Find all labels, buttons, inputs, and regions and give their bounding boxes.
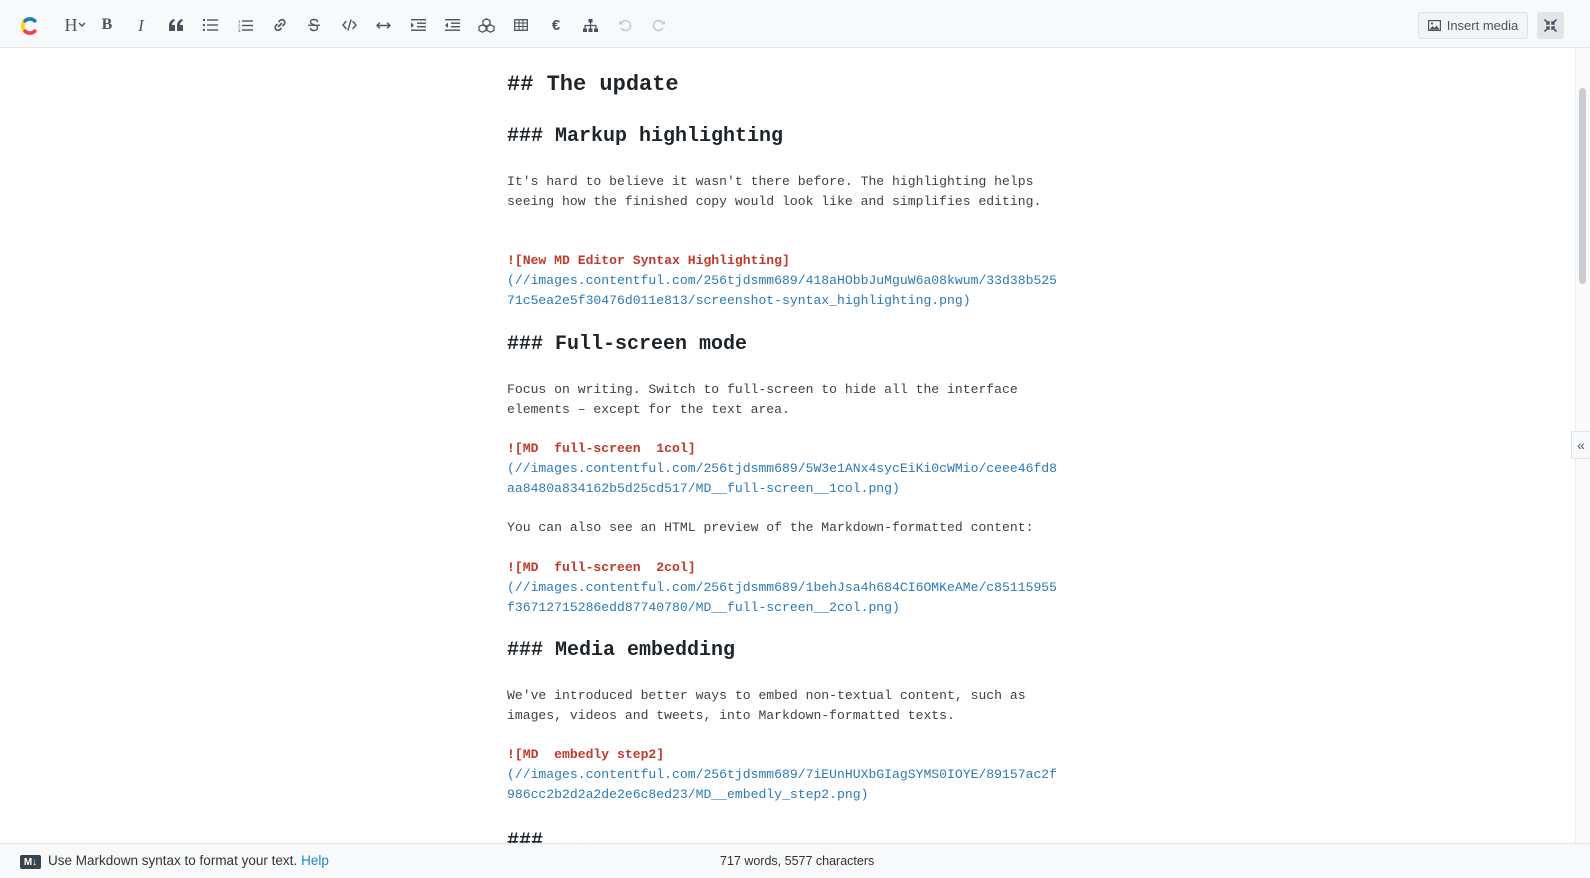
italic-icon: I [138,15,144,35]
link-icon [274,18,286,32]
special-character-button[interactable]: € [544,13,568,37]
markdown-hint-text: Use Markdown syntax to format your text. [48,853,298,868]
indent-button[interactable] [406,13,430,37]
fullscreen-toggle-button[interactable] [1537,12,1564,39]
horizontal-rule-button[interactable] [371,13,395,37]
heading-label: H [64,15,78,35]
insert-media-button[interactable]: Insert media [1418,12,1528,39]
editor-footer: M↓ Use Markdown syntax to format your te… [0,843,1590,878]
image-url: (//images.contentful.com/256tjdsmm689/1b… [507,580,1058,595]
indent-icon [410,19,426,31]
italic-button[interactable]: I [129,13,153,37]
horizontal-rule-icon [375,21,391,29]
redo-icon [652,19,665,32]
insert-media-label: Insert media [1446,18,1519,33]
quote-button[interactable] [164,13,188,37]
markdown-badge-label: M↓ [23,856,38,868]
bold-icon: B [101,16,113,33]
euro-icon: € [551,16,561,34]
image-alt-text: ![MD embedly step2] [507,747,665,762]
heading-partial: ### ... [507,830,592,843]
organize-links-button[interactable] [578,13,602,37]
undo-button[interactable] [613,13,637,37]
contentful-logo [20,17,37,35]
code-button[interactable] [337,13,361,37]
embed-button[interactable] [474,13,498,37]
heading-media-embedding: ### Media embedding [507,639,736,662]
link-button[interactable] [268,13,292,37]
heading-full-screen-mode: ### Full-screen mode [507,333,748,356]
image-url: 71c5ea2e5f30476d011e813/screenshot-synta… [507,293,971,308]
paragraph-line: It's hard to believe it wasn't there bef… [507,174,1034,189]
image-alt-text: ![MD full-screen 2col] [507,560,696,575]
quote-icon [169,19,183,31]
bulleted-list-button[interactable] [198,13,222,37]
svg-text:3: 3 [238,28,241,32]
bulleted-list-icon [202,19,218,31]
paragraph-line: elements – except for the text area. [507,402,790,417]
image-url: aa8480a834162b5d25cd517/MD__full-screen_… [507,481,900,496]
paragraph-line: Focus on writing. Switch to full-screen … [507,382,1018,397]
help-link[interactable]: Help [301,853,329,868]
cubes-icon [477,17,495,33]
undo-icon [619,19,632,32]
markdown-hint: Use Markdown syntax to format your text.… [48,853,329,868]
image-url: (//images.contentful.com/256tjdsmm689/5W… [507,461,1058,476]
numbered-list-icon: 123 [238,19,253,32]
word-count: 717 words, 5577 characters [720,854,875,868]
strikethrough-button[interactable] [302,13,326,37]
heading-dropdown-button[interactable]: H [60,13,90,37]
image-alt-text: ![MD full-screen 1col] [507,441,696,456]
redo-button[interactable] [647,13,671,37]
heading-the-update: ## The update [507,72,679,97]
code-icon [341,19,357,31]
sitemap-icon [582,18,598,32]
image-url: 986cc2b2d2a2de2e6c8ed23/MD__embedly_step… [507,787,869,802]
dedent-button[interactable] [440,13,464,37]
bold-button[interactable]: B [95,13,119,37]
editor-toolbar: H B I 123 € Insert media [0,0,1590,48]
image-url: (//images.contentful.com/256tjdsmm689/41… [507,273,1058,288]
image-url: f36712715286edd87740780/MD__full-screen_… [507,600,900,615]
paragraph-line: We've introduced better ways to embed no… [507,688,1026,703]
fullscreen-exit-icon [1544,19,1557,32]
sidebar-toggle-button[interactable]: « [1571,431,1590,459]
scrollbar-thumb[interactable] [1579,88,1586,284]
image-alt-text: ![New MD Editor Syntax Highlighting] [507,253,790,268]
table-button[interactable] [509,13,533,37]
image-icon [1427,20,1441,31]
table-icon [514,19,528,31]
dedent-icon [444,19,460,31]
image-url: (//images.contentful.com/256tjdsmm689/7i… [507,767,1058,782]
strikethrough-icon [308,18,320,32]
chevron-down-icon [78,22,85,27]
markdown-editor-textarea[interactable]: ## The update ### Markup highlighting It… [0,48,1575,843]
paragraph-line: images, videos and tweets, into Markdown… [507,708,955,723]
paragraph-line: seeing how the finished copy would look … [507,194,1042,209]
markdown-icon: M↓ [20,855,41,869]
paragraph-line: You can also see an HTML preview of the … [507,520,1034,535]
numbered-list-button[interactable]: 123 [233,13,257,37]
heading-markup-highlighting: ### Markup highlighting [507,125,784,148]
double-chevron-left-icon: « [1577,437,1585,453]
